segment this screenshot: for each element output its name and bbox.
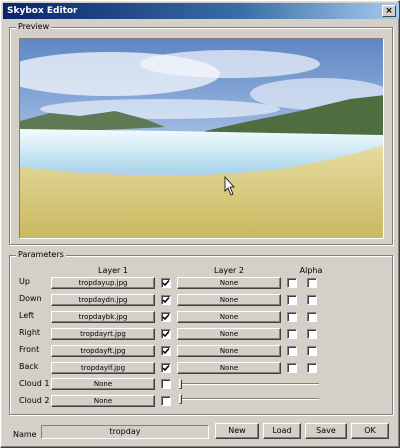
layer1-texture-button-back[interactable]: tropdaylf.jpg: [51, 362, 155, 374]
row-label-up: Up: [19, 277, 30, 286]
ok-button[interactable]: OK: [351, 423, 389, 439]
window-title: Skybox Editor: [7, 6, 78, 16]
preview-group-label: Preview: [16, 22, 52, 32]
layer2-checkbox-left[interactable]: [287, 312, 297, 322]
layer2-checkbox-back[interactable]: [287, 363, 297, 373]
new-button[interactable]: New: [215, 423, 259, 439]
layer1-texture-button-down[interactable]: tropdaydn.jpg: [51, 294, 155, 306]
row-label-front: Front: [19, 345, 40, 354]
check-icon: [162, 331, 170, 338]
close-button[interactable]: ×: [382, 5, 396, 17]
alpha-checkbox-back[interactable]: [307, 363, 317, 373]
layer1-header: Layer 1: [98, 266, 128, 275]
cloud2-checkbox[interactable]: [161, 396, 171, 406]
name-label: Name: [13, 430, 37, 439]
layer2-texture-button-left[interactable]: None: [177, 311, 281, 323]
row-label-right: Right: [19, 328, 41, 337]
check-icon: [162, 297, 170, 304]
check-icon: [162, 280, 170, 287]
layer1-texture-button-right[interactable]: tropdayrt.jpg: [51, 328, 155, 340]
check-icon: [162, 365, 170, 372]
layer2-texture-button-right[interactable]: None: [177, 328, 281, 340]
alpha-header: Alpha: [299, 266, 323, 275]
layer2-texture-button-up[interactable]: None: [177, 277, 281, 289]
cloud2-slider[interactable]: [179, 394, 319, 404]
layer1-checkbox-back[interactable]: [161, 363, 171, 373]
preview-group: Preview: [9, 22, 393, 245]
alpha-checkbox-front[interactable]: [307, 346, 317, 356]
layer1-checkbox-down[interactable]: [161, 295, 171, 305]
parameters-group-label: Parameters: [16, 250, 66, 260]
alpha-checkbox-up[interactable]: [307, 278, 317, 288]
check-icon: [162, 314, 170, 321]
cloud1-slider-thumb[interactable]: [179, 379, 182, 389]
layer1-texture-button-left[interactable]: tropdaybk.jpg: [51, 311, 155, 323]
layer1-checkbox-front[interactable]: [161, 346, 171, 356]
alpha-checkbox-left[interactable]: [307, 312, 317, 322]
skybox-editor-window: Skybox Editor × Preview Parameters Layer…: [0, 0, 400, 448]
layer1-checkbox-up[interactable]: [161, 278, 171, 288]
layer2-checkbox-up[interactable]: [287, 278, 297, 288]
cloud2-texture-button[interactable]: None: [51, 395, 155, 407]
alpha-checkbox-right[interactable]: [307, 329, 317, 339]
layer2-texture-button-down[interactable]: None: [177, 294, 281, 306]
cloud1-slider-track: [179, 383, 319, 385]
cloud1-slider[interactable]: [179, 379, 319, 389]
name-field[interactable]: tropday: [41, 425, 209, 439]
save-button[interactable]: Save: [305, 423, 347, 439]
cloud2-slider-track: [179, 398, 319, 400]
check-icon: [162, 348, 170, 355]
layer1-checkbox-left[interactable]: [161, 312, 171, 322]
layer2-texture-button-front[interactable]: None: [177, 345, 281, 357]
cloud2-slider-thumb[interactable]: [179, 394, 182, 404]
layer2-checkbox-front[interactable]: [287, 346, 297, 356]
alpha-checkbox-down[interactable]: [307, 295, 317, 305]
layer1-texture-button-up[interactable]: tropdayup.jpg: [51, 277, 155, 289]
cloud1-checkbox[interactable]: [161, 379, 171, 389]
row-label-down: Down: [19, 294, 42, 303]
skybox-preview-image: [20, 39, 383, 238]
row-label-back: Back: [19, 362, 39, 371]
load-button[interactable]: Load: [263, 423, 301, 439]
layer2-header: Layer 2: [214, 266, 244, 275]
skybox-preview-viewport[interactable]: [19, 38, 384, 239]
layer1-texture-button-front[interactable]: tropdayft.jpg: [51, 345, 155, 357]
row-label-cloud1: Cloud 1: [19, 379, 50, 388]
layer2-checkbox-right[interactable]: [287, 329, 297, 339]
layer1-checkbox-right[interactable]: [161, 329, 171, 339]
cloud1-texture-button[interactable]: None: [51, 378, 155, 390]
row-label-cloud2: Cloud 2: [19, 396, 50, 405]
title-bar[interactable]: Skybox Editor ×: [3, 3, 399, 19]
layer2-checkbox-down[interactable]: [287, 295, 297, 305]
row-label-left: Left: [19, 311, 35, 320]
layer2-texture-button-back[interactable]: None: [177, 362, 281, 374]
